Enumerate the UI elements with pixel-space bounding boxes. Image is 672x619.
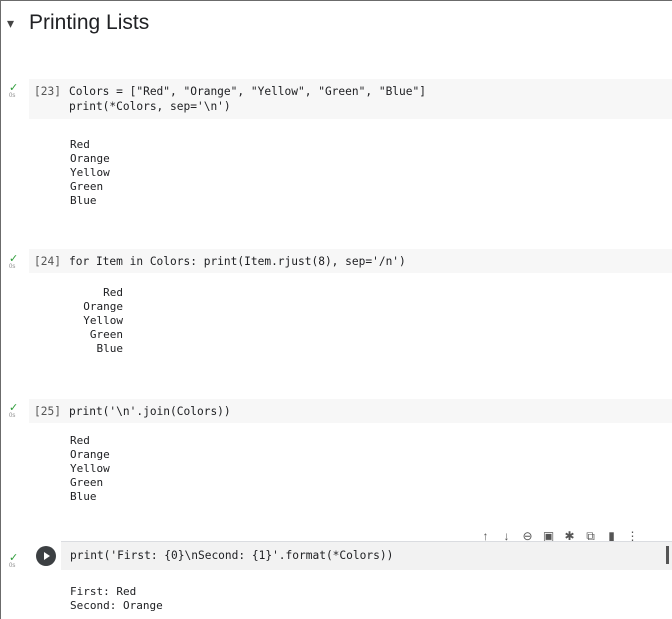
scrollbar[interactable] [666, 546, 669, 564]
cell-status: ✓ 0s [9, 83, 23, 103]
code-line[interactable]: Colors = ["Red", "Orange", "Yellow", "Gr… [69, 84, 426, 114]
play-icon [44, 552, 50, 560]
code-cell-25[interactable]: [25] print('\n'.join(Colors)) [29, 399, 672, 423]
cell-output: Red Orange Yellow Green Blue [83, 286, 123, 355]
collapse-caret-icon[interactable]: ▾ [7, 15, 25, 32]
code-line[interactable]: print('\n'.join(Colors)) [69, 404, 231, 419]
code-line[interactable]: for Item in Colors: print(Item.rjust(8),… [69, 254, 406, 269]
exec-count: [25] [34, 405, 61, 418]
cell-status: ✓ 0s [9, 254, 23, 274]
cell-output: Red Orange Yellow Green Blue [70, 138, 110, 207]
cell-output: First: Red Second: Orange [70, 585, 163, 612]
run-cell-button[interactable] [36, 546, 56, 566]
exec-time: 0s [9, 563, 16, 569]
code-cell-24[interactable]: [24] for Item in Colors: print(Item.rjus… [29, 249, 672, 273]
code-cell-23[interactable]: [23] Colors = ["Red", "Orange", "Yellow"… [29, 79, 672, 119]
active-code-cell[interactable]: print('First: {0}\nSecond: {1}'.format(*… [61, 541, 672, 570]
section-header[interactable]: ▾ Printing Lists [7, 11, 149, 35]
cell-output: Red Orange Yellow Green Blue [70, 434, 110, 503]
exec-count: [24] [34, 255, 61, 268]
code-line[interactable]: print('First: {0}\nSecond: {1}'.format(*… [70, 549, 393, 562]
code-text: print(*Colors, sep='\n') [69, 100, 231, 113]
cell-status: ✓ 0s [9, 403, 23, 423]
cell-status: ✓ 0s [9, 553, 23, 573]
exec-time: 0s [9, 93, 16, 99]
exec-time: 0s [9, 264, 16, 270]
code-text: Colors = ["Red", "Orange", "Yellow", "Gr… [69, 85, 426, 98]
exec-time: 0s [9, 413, 16, 419]
exec-count: [23] [34, 85, 61, 98]
section-title: Printing Lists [29, 11, 150, 34]
